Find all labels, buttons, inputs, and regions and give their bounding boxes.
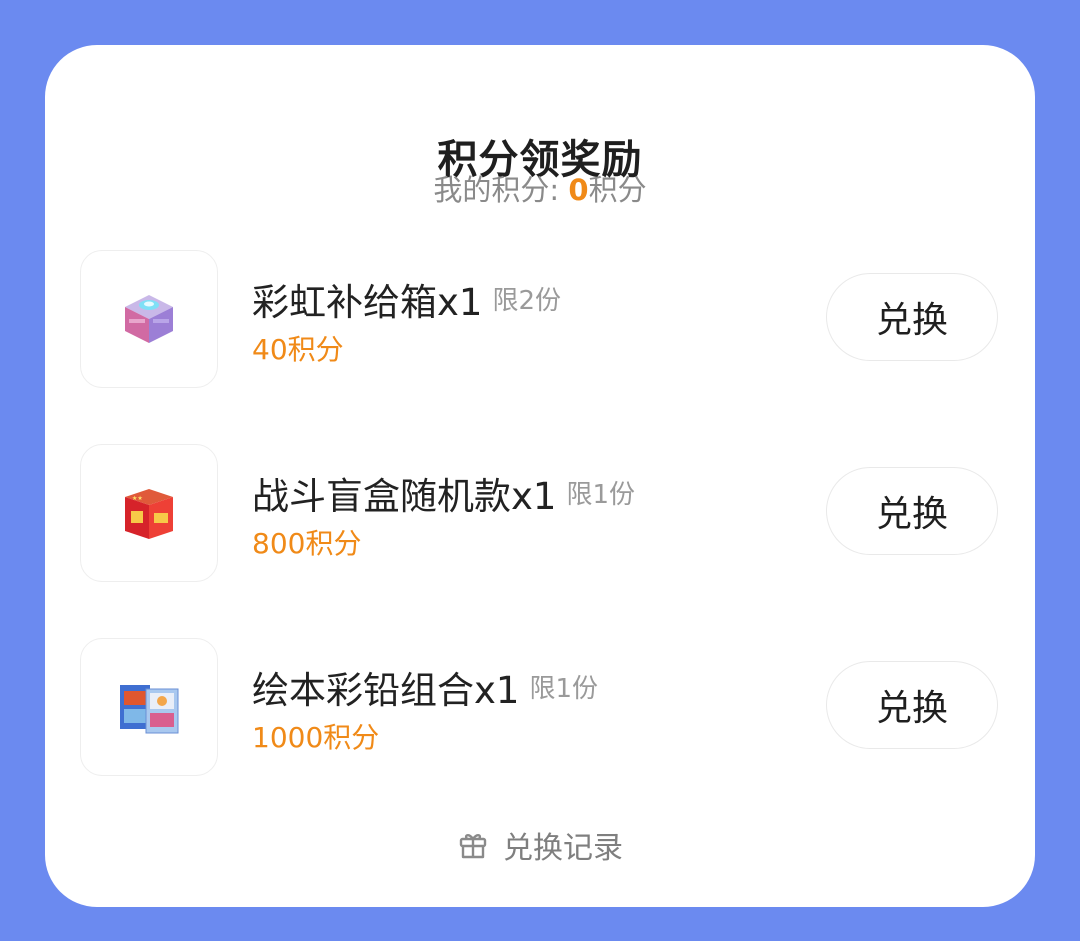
gift-icon xyxy=(459,834,487,859)
reward-name-text: 绘本彩铅组合x1 xyxy=(252,669,520,712)
reward-cost: 40积分 xyxy=(252,333,344,366)
redeem-button[interactable]: 兑换 xyxy=(826,273,998,361)
reward-name: 绘本彩铅组合x1 限1份 xyxy=(252,660,598,714)
points-unit: 积分 xyxy=(588,173,647,207)
reward-limit: 限1份 xyxy=(566,480,635,510)
points-label: 我的积分: xyxy=(433,173,569,207)
my-points: 我的积分: 0积分 xyxy=(45,167,1035,209)
redeem-button[interactable]: 兑换 xyxy=(826,467,998,555)
blind-box-image: ★★ xyxy=(80,444,218,582)
reward-name: 彩虹补给箱x1 限2份 xyxy=(252,272,561,326)
reward-item: 绘本彩铅组合x1 限1份 1000积分 兑换 xyxy=(80,638,1000,776)
redeem-button[interactable]: 兑换 xyxy=(826,661,998,749)
reward-limit: 限2份 xyxy=(492,286,561,316)
points-value: 0 xyxy=(568,173,589,207)
reward-cost: 1000积分 xyxy=(252,721,380,754)
svg-text:★★: ★★ xyxy=(132,495,143,502)
reward-item: ★★ 战斗盲盒随机款x1 限1份 800积分 兑换 xyxy=(80,444,1000,582)
exchange-history-link[interactable]: 兑换记录 xyxy=(45,823,1035,867)
supply-box-image xyxy=(80,250,218,388)
reward-cost: 800积分 xyxy=(252,527,362,560)
reward-name-text: 彩虹补给箱x1 xyxy=(252,281,483,324)
reward-limit: 限1份 xyxy=(529,674,598,704)
reward-name-text: 战斗盲盒随机款x1 xyxy=(252,475,557,518)
reward-name: 战斗盲盒随机款x1 限1份 xyxy=(252,466,635,520)
reward-item: 彩虹补给箱x1 限2份 40积分 兑换 xyxy=(80,250,1000,388)
reward-card: 积分领奖励 我的积分: 0积分 彩虹补给箱x1 限2份 40积分 兑换 ★★ 战… xyxy=(45,45,1035,907)
picture-book-pencil-set-image xyxy=(80,638,218,776)
exchange-history-label: 兑换记录 xyxy=(503,831,623,866)
